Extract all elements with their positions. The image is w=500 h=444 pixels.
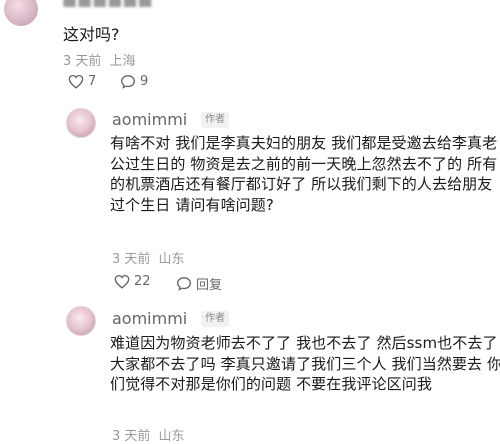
comment-bubble-icon	[176, 277, 192, 291]
reply-text: 有啥不对 我们是李真夫妇的朋友 我们都是受邀去给李真老公过生日的 物资是去之前的…	[110, 134, 498, 214]
heart-icon	[114, 274, 130, 289]
like-count: 22	[134, 274, 151, 289]
reply-time: 3 天前	[112, 252, 151, 267]
reply-time: 3 天前	[112, 429, 151, 444]
reply-meta: 3 天前 山东	[112, 248, 185, 267]
reply-username[interactable]: aomimmi	[112, 110, 187, 129]
comment-location: 上海	[109, 54, 136, 69]
comment-text: 这对吗?	[63, 25, 120, 44]
reply-location: 山东	[158, 252, 185, 267]
like-button[interactable]: 22	[114, 274, 151, 289]
comment-time: 3 天前	[63, 54, 102, 69]
avatar[interactable]	[4, 0, 38, 26]
username-blurred[interactable]: ■■■■■■	[62, 0, 153, 9]
reply-count-button[interactable]: 9	[120, 74, 148, 89]
reply-avatar[interactable]	[66, 306, 96, 336]
comment-meta: 3 天前 上海	[63, 50, 136, 69]
reply-label: 回复	[196, 278, 223, 293]
like-button[interactable]: 7	[68, 74, 96, 89]
comment-bubble-icon	[120, 75, 136, 89]
heart-icon	[68, 74, 84, 89]
reply-username[interactable]: aomimmi	[112, 309, 187, 328]
reply-text: 难道因为物资老师去不了了 我也不去了 然后ssm也不去了 大家都不去了吗 李真只…	[110, 334, 500, 393]
author-badge: 作者	[201, 311, 229, 327]
reply-button[interactable]: 回复	[176, 274, 222, 293]
reply-avatar[interactable]	[66, 108, 96, 138]
reply-location: 山东	[158, 429, 185, 444]
reply-count: 9	[140, 74, 149, 89]
author-badge: 作者	[201, 112, 229, 128]
like-count: 7	[88, 74, 97, 89]
reply-meta: 3 天前 山东	[112, 425, 185, 444]
